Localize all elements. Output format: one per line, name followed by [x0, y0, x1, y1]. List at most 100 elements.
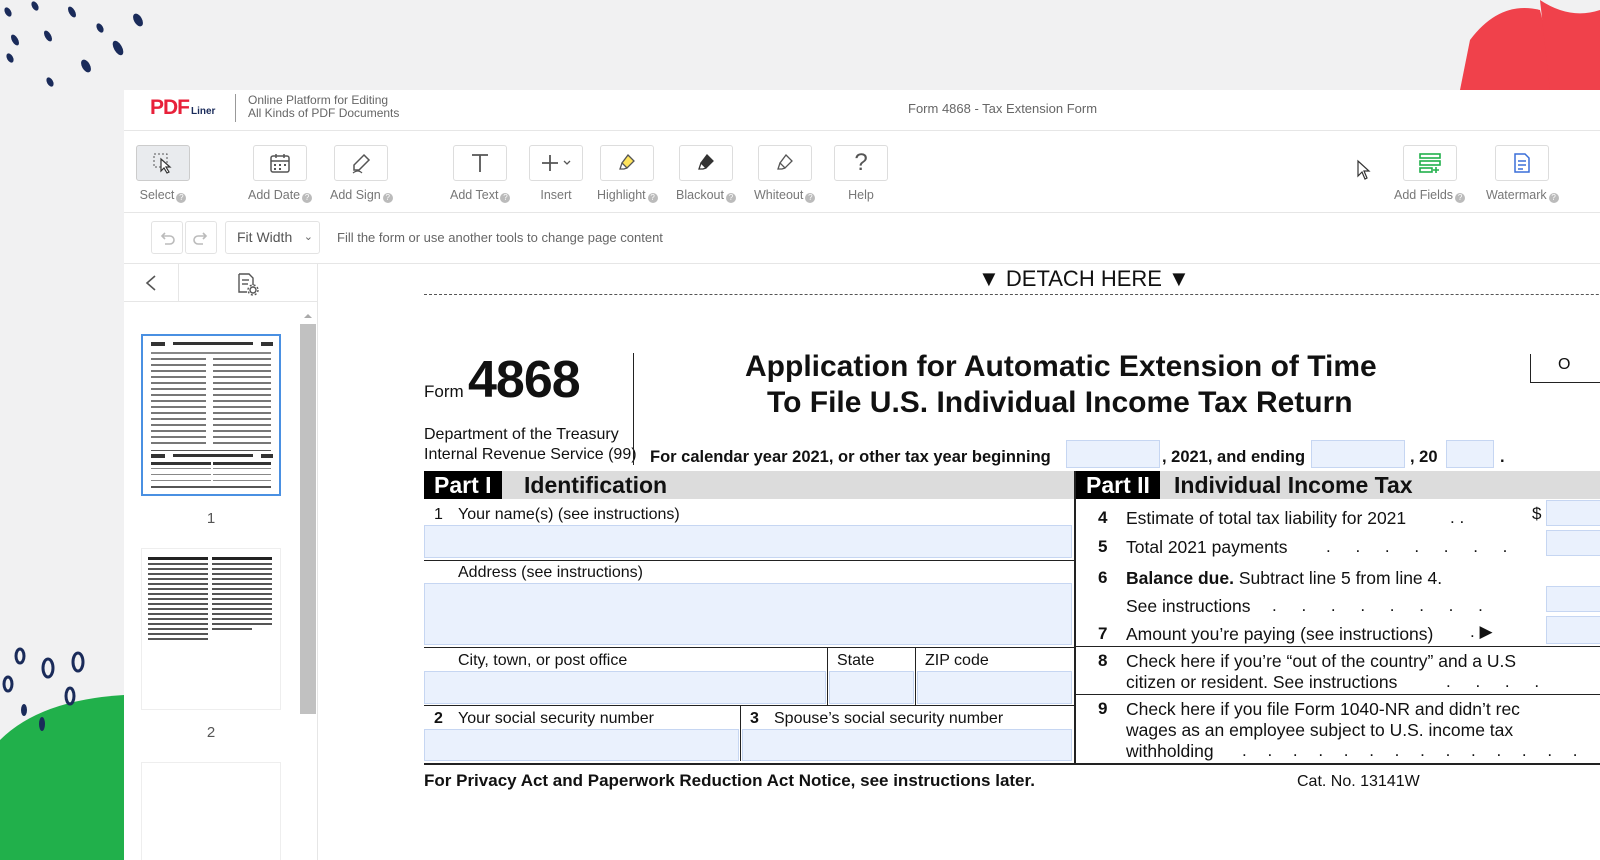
omb-box-divider [1530, 354, 1531, 382]
highlight-label: Highlight [597, 188, 646, 202]
add-fields-label: Add Fields [1394, 188, 1454, 202]
city-field[interactable] [424, 671, 826, 704]
select-cursor-icon [153, 153, 172, 174]
sidebar-scrollbar-thumb[interactable] [300, 324, 316, 714]
add-date-tool[interactable]: Add Date? [248, 145, 313, 203]
line6b-dots: . . . . . . . . [1272, 596, 1493, 615]
address-field[interactable] [424, 583, 1072, 645]
line6-amount-field[interactable] [1546, 586, 1600, 612]
help-badge-icon[interactable]: ? [302, 193, 313, 203]
line8-label-1: Check here if you’re “out of the country… [1126, 651, 1517, 671]
pdf-page: ▼ DETACH HERE ▼ Form 4868 Department of … [336, 264, 1600, 860]
zoom-value: Fit Width [237, 229, 293, 245]
line4-dots: . . [1450, 508, 1465, 527]
page-thumbnail-1[interactable] [141, 334, 281, 496]
undo-button[interactable] [151, 221, 183, 254]
line6-bold-label: Balance due. [1126, 568, 1234, 588]
redo-button[interactable] [185, 221, 217, 254]
line4-number: 4 [1098, 508, 1108, 527]
secondary-toolbar: Fit Width ⌄ Fill the form or use another … [124, 213, 1600, 264]
insert-tool[interactable]: Insert [529, 145, 583, 202]
omb-box-bottom [1530, 382, 1600, 383]
help-badge-icon[interactable]: ? [725, 193, 736, 203]
zoom-select[interactable]: Fit Width ⌄ [225, 221, 320, 254]
insert-label: Insert [540, 188, 572, 202]
page-settings-icon[interactable] [236, 272, 260, 296]
line2-number: 2 [434, 710, 443, 727]
line8-dots: . . . . [1446, 672, 1550, 691]
whiteout-marker-icon [776, 154, 793, 170]
tax-year-label: For calendar year 2021, or other tax yea… [650, 448, 1051, 466]
page-thumbnail-2[interactable] [141, 548, 281, 710]
ssn-field[interactable] [424, 729, 739, 761]
help-badge-icon[interactable]: ? [382, 193, 393, 203]
decorative-dots-top-left [4, 1, 143, 87]
highlight-tool[interactable]: Highlight? [597, 145, 658, 203]
watermark-tool[interactable]: Watermark? [1486, 145, 1559, 203]
line9-dots: . . . . . . . . . . . . . . [1242, 741, 1586, 760]
add-fields-tool[interactable]: Add Fields? [1394, 145, 1466, 203]
line8-label-2: citizen or resident. See instructions [1126, 672, 1398, 692]
line4-amount-field[interactable] [1546, 500, 1600, 526]
tax-year-ending-field[interactable] [1311, 440, 1405, 468]
undo-icon [160, 232, 175, 245]
help-tool[interactable]: ? Help [834, 145, 888, 202]
page-thumbnail-3[interactable] [141, 762, 281, 860]
line7-amount-field[interactable] [1546, 616, 1600, 644]
name-field[interactable] [424, 525, 1072, 558]
page-thumbnails-sidebar: 1 2 [124, 264, 318, 860]
scroll-up-arrow-icon[interactable] [300, 310, 316, 322]
chevron-down-icon: ⌄ [303, 231, 313, 243]
omb-number-partial: O [1558, 356, 1571, 373]
year-period: . [1500, 448, 1505, 466]
question-mark-icon: ? [834, 145, 888, 181]
text-t-icon [472, 154, 489, 172]
mouse-cursor-icon [1357, 159, 1371, 180]
detach-dashed-line [424, 294, 1600, 295]
toolbar: Select? Add Date? Add Sign? Add Text? In… [124, 131, 1600, 213]
help-label: Help [848, 188, 874, 202]
tax-year-beginning-field[interactable] [1066, 440, 1160, 468]
city-label: City, town, or post office [458, 652, 628, 669]
select-tool[interactable]: Select? [136, 145, 190, 203]
whiteout-tool[interactable]: Whiteout? [754, 145, 816, 203]
plus-dropdown-icon [542, 155, 571, 171]
pdfliner-logo[interactable]: PDF Liner [150, 96, 215, 120]
line6b-label: See instructions [1126, 596, 1251, 616]
line5-amount-field[interactable] [1546, 530, 1600, 556]
department-line-1: Department of the Treasury [424, 426, 619, 443]
zip-field[interactable] [917, 671, 1072, 704]
spouse-ssn-field[interactable] [742, 729, 1072, 761]
city-state-divider [827, 647, 828, 705]
page-number-1: 1 [206, 510, 216, 527]
highlighter-icon [619, 154, 636, 170]
chevron-left-icon[interactable] [144, 274, 158, 292]
add-text-tool[interactable]: Add Text? [450, 145, 511, 203]
line6-label: Balance due. Subtract line 5 from line 4… [1126, 568, 1442, 589]
help-badge-icon[interactable]: ? [176, 193, 187, 203]
line4-label: Estimate of total tax liability for 2021 [1126, 508, 1407, 528]
tax-year-end-year-field[interactable] [1446, 440, 1494, 468]
add-sign-tool[interactable]: Add Sign? [330, 145, 393, 203]
page-2-preview [148, 557, 272, 640]
blackout-marker-icon [698, 154, 714, 170]
line9-number: 9 [1098, 699, 1108, 718]
help-badge-icon[interactable]: ? [805, 193, 816, 203]
line6-text: Subtract line 5 from line 4. [1233, 568, 1443, 588]
instruction-hint: Fill the form or use another tools to ch… [337, 230, 663, 245]
year-20-label: , 20 [1410, 448, 1438, 466]
line9-label-3: withholding [1126, 741, 1214, 761]
help-badge-icon[interactable]: ? [1548, 193, 1559, 203]
help-badge-icon[interactable]: ? [647, 193, 658, 203]
help-badge-icon[interactable]: ? [1455, 193, 1466, 203]
part1-header [424, 471, 1074, 499]
add-text-label: Add Text [450, 188, 499, 202]
blackout-tool[interactable]: Blackout? [676, 145, 736, 203]
line2-label: Your social security number [458, 710, 654, 727]
privacy-notice: For Privacy Act and Paperwork Reduction … [424, 771, 1035, 790]
line9-label-2: wages as an employee subject to U.S. inc… [1126, 720, 1514, 740]
top-bar: PDF Liner Online Platform for Editing All… [124, 90, 1600, 131]
help-badge-icon[interactable]: ? [500, 193, 511, 203]
tagline: Online Platform for Editing All Kinds of… [248, 94, 399, 120]
state-field[interactable] [829, 671, 914, 704]
